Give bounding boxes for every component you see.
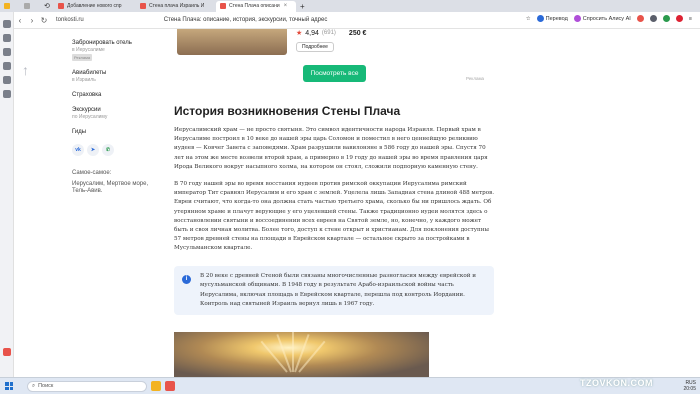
panel-icon[interactable] xyxy=(2,76,11,84)
article-photo[interactable] xyxy=(174,332,429,377)
url-host[interactable]: tonkosti.ru xyxy=(56,17,84,23)
yandex-browser-icon[interactable] xyxy=(165,381,175,391)
panel-icon[interactable] xyxy=(2,34,11,42)
alice-icon xyxy=(573,15,581,22)
tab-3-active[interactable]: Стена Плача описани × xyxy=(216,0,296,12)
taskbar-search[interactable]: ⌕ Поиск xyxy=(27,380,147,392)
system-tray[interactable]: RUS 20:05 xyxy=(683,380,696,392)
article-heading: История возникновения Стены Плача xyxy=(174,104,401,118)
tab-bookmark[interactable] xyxy=(20,1,40,12)
hotel-price: 250 € xyxy=(348,29,367,37)
star-icon: ★ xyxy=(296,30,303,37)
panel-icon[interactable] xyxy=(2,62,11,70)
panel-icon[interactable] xyxy=(2,48,11,56)
menu-icon[interactable]: ≡ xyxy=(689,16,692,22)
tab-favicon-icon xyxy=(58,3,64,9)
reload-icon[interactable]: ↻ xyxy=(38,16,50,25)
see-all-button[interactable]: Посмотреть все xyxy=(303,65,366,82)
sidebar-item-insurance[interactable]: Страховка xyxy=(72,92,152,99)
watermark-text: TZOVKON.COM xyxy=(580,378,653,388)
tab-favicon-icon xyxy=(140,3,146,9)
hotel-rating: ★ 4,94 (691) 250 € xyxy=(296,29,367,38)
info-callout: i В 20 веке с древней Стеной были связан… xyxy=(174,266,494,315)
extension-icon[interactable] xyxy=(636,15,644,22)
browser-side-panel xyxy=(0,12,14,377)
panel-icon[interactable] xyxy=(2,90,11,98)
vk-icon[interactable]: vk xyxy=(72,144,84,156)
sidebar-item-flights[interactable]: Авиабилеты в Израиль xyxy=(72,70,152,84)
windows-start-icon[interactable] xyxy=(5,382,13,390)
refresh-tab-icon[interactable]: ⟲ xyxy=(40,1,54,12)
telegram-icon[interactable]: ➤ xyxy=(87,144,99,156)
recent-links[interactable]: Иерусалим, Мертвое море, Тель-Авив. xyxy=(72,181,152,195)
recent-title: Самое-самое: xyxy=(72,170,112,176)
yandex-logo[interactable] xyxy=(0,1,20,12)
site-sidebar: Забронировать отель в Иерусалиме Реклама… xyxy=(72,40,152,203)
share-buttons: vk ➤ ✆ xyxy=(72,144,152,156)
panel-icon[interactable] xyxy=(2,20,11,28)
whatsapp-icon[interactable]: ✆ xyxy=(102,144,114,156)
panel-icon[interactable] xyxy=(2,348,11,356)
photo-detail xyxy=(292,332,294,372)
forward-icon[interactable]: › xyxy=(26,16,38,25)
search-icon: ⌕ xyxy=(32,382,36,389)
article: История возникновения Стены Плача Иеруса… xyxy=(174,104,496,262)
info-icon: i xyxy=(182,275,191,284)
translate-button[interactable]: Перевод xyxy=(536,15,568,22)
sidebar-item-guides[interactable]: Гиды xyxy=(72,129,152,136)
copilot-icon[interactable] xyxy=(151,381,161,391)
scroll-up-icon[interactable]: ↑ xyxy=(22,62,29,78)
new-tab-button[interactable]: + xyxy=(296,1,309,12)
sidebar-item-tours[interactable]: Экскурсии по Иерусалиму xyxy=(72,107,152,121)
tab-1[interactable]: Добавление нового спр xyxy=(54,1,136,12)
details-button[interactable]: Подробнее xyxy=(296,42,334,52)
ads-label: Реклама xyxy=(466,76,485,81)
tab-bar: ⟲ Добавление нового спр Стена плача Изра… xyxy=(0,0,700,12)
extension-icon[interactable] xyxy=(675,15,683,22)
page-title[interactable]: Стена Плача: описание, история, экскурси… xyxy=(164,17,328,23)
translate-icon xyxy=(536,15,544,22)
close-tab-icon[interactable]: × xyxy=(284,3,288,9)
article-paragraph: В 70 году нашей эры во время восстания и… xyxy=(174,181,495,252)
article-paragraph: Иерусалимский храм — не просто святыня. … xyxy=(174,127,488,170)
callout-text: В 20 веке с древней Стеной были связаны … xyxy=(200,273,476,307)
hotel-image[interactable] xyxy=(177,29,287,55)
bookmark-icon[interactable]: ☆ xyxy=(526,16,531,22)
tab-favicon-icon xyxy=(220,3,226,9)
tab-2[interactable]: Стена плача Израиль И xyxy=(136,1,216,12)
address-bar: ‹ › ↻ tonkosti.ru Стена Плача: описание,… xyxy=(14,12,700,29)
address-actions: ☆ Перевод Спросить Алису AI ≡ xyxy=(526,15,692,22)
sidebar-item-hotel[interactable]: Забронировать отель в Иерусалиме Реклама xyxy=(72,40,152,62)
alice-button[interactable]: Спросить Алису AI xyxy=(573,15,631,22)
ad-badge: Реклама xyxy=(72,54,93,61)
extension-icon[interactable] xyxy=(649,15,657,22)
back-icon[interactable]: ‹ xyxy=(14,16,26,25)
extension-icon[interactable] xyxy=(662,15,670,22)
